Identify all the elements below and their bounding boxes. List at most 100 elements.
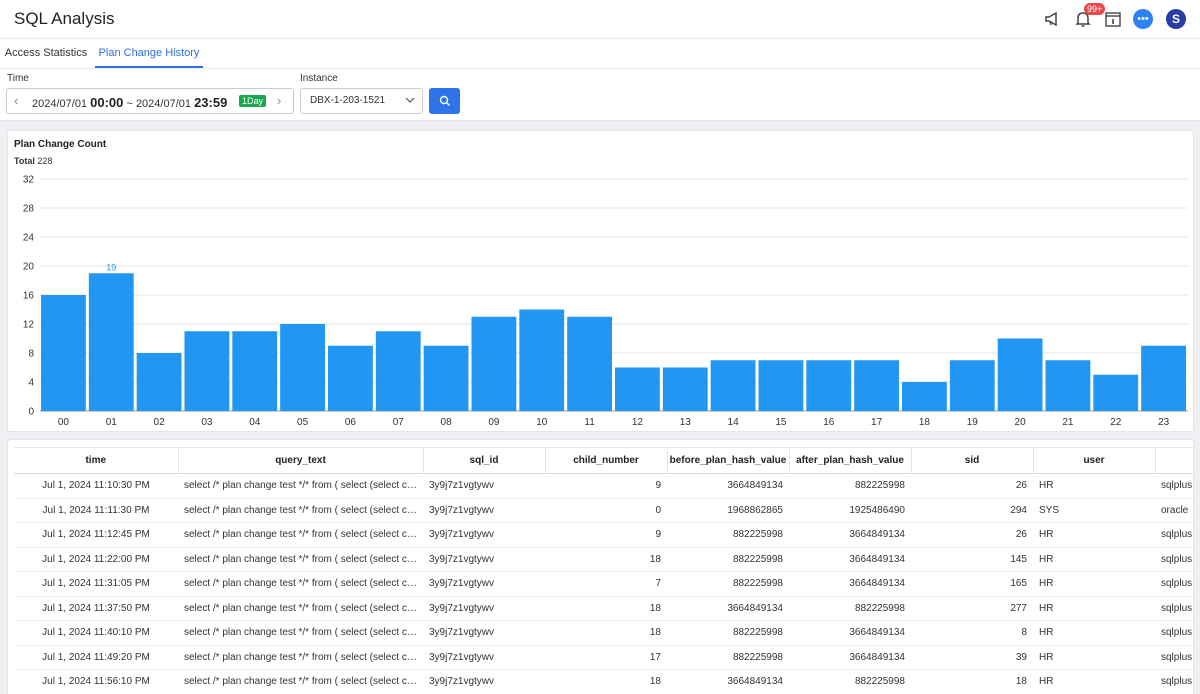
bar[interactable] (280, 324, 325, 411)
table-row[interactable]: Jul 1, 2024 11:56:10 PM select /* plan ch… (14, 669, 1193, 694)
avatar[interactable]: S (1166, 9, 1186, 29)
bar[interactable] (375, 331, 421, 411)
chat-icon[interactable]: ••• (1132, 8, 1154, 30)
bar[interactable] (710, 360, 756, 411)
cell-child-number: 9 (545, 473, 667, 499)
cell-after-plan-hash: 3664849134 (789, 620, 911, 646)
cell-child-number: 7 (545, 571, 667, 597)
tab-plan-change-history[interactable]: Plan Change History (95, 39, 203, 68)
cell-user: HR (1033, 473, 1155, 499)
cell-sid: 39 (911, 645, 1033, 670)
y-tick-label: 32 (23, 175, 35, 186)
bar[interactable] (567, 316, 612, 411)
plan-change-table: time query_text sql_id child_number before_p… (14, 447, 1193, 694)
bar[interactable] (662, 367, 708, 412)
cell-before-plan-hash: 882225998 (667, 522, 789, 548)
column-header-after-plan-hash[interactable]: after_plan_hash_value (789, 447, 912, 474)
bar[interactable] (1045, 360, 1091, 411)
x-tick-label: 07 (393, 417, 405, 428)
column-header-before-plan-hash[interactable]: before_plan_hash_value (667, 447, 790, 474)
bar[interactable] (949, 360, 995, 411)
bar[interactable] (615, 367, 660, 412)
cell-child-number: 18 (545, 669, 667, 694)
cell-child-number: 18 (545, 596, 667, 621)
bar[interactable] (854, 360, 899, 411)
search-button[interactable] (429, 88, 460, 114)
bar[interactable] (806, 360, 852, 411)
cell-query-text: select /* plan change test */* from ( se… (178, 620, 423, 646)
cell-sql-id: 3y9j7z1vgtywv (423, 498, 545, 523)
table-row[interactable]: Jul 1, 2024 11:31:05 PM select /* plan ch… (14, 571, 1193, 597)
cell-query-text: select /* plan change test */* from ( se… (178, 571, 423, 597)
cell-time: Jul 1, 2024 11:31:05 PM (14, 571, 178, 597)
time-range-picker[interactable]: ‹ 2024/07/01 00:00 ~ 2024/07/01 23:59 1D… (6, 88, 294, 114)
column-header-sql-id[interactable]: sql_id (423, 447, 546, 474)
table-row[interactable]: Jul 1, 2024 11:40:10 PM select /* plan ch… (14, 620, 1193, 646)
bar[interactable] (423, 345, 469, 411)
cell-sql-id: 3y9j7z1vgtywv (423, 571, 545, 597)
table-row[interactable]: Jul 1, 2024 11:11:30 PM select /* plan ch… (14, 498, 1193, 523)
cell-user: HR (1033, 596, 1155, 621)
x-tick-label: 03 (201, 417, 213, 428)
chevron-right-icon[interactable]: › (277, 93, 281, 108)
column-header-time[interactable]: time (14, 447, 179, 474)
bar[interactable] (232, 331, 278, 411)
bar[interactable] (997, 338, 1043, 412)
table-row[interactable]: Jul 1, 2024 11:49:20 PM select /* plan ch… (14, 645, 1193, 670)
table-row[interactable]: Jul 1, 2024 11:10:30 PM select /* plan ch… (14, 473, 1193, 499)
bar[interactable] (471, 316, 517, 411)
table-row[interactable]: Jul 1, 2024 11:22:00 PM select /* plan ch… (14, 547, 1193, 572)
cell-before-plan-hash: 882225998 (667, 571, 789, 597)
cell-child-number: 18 (545, 620, 667, 646)
bar[interactable] (88, 273, 134, 411)
cell-user: HR (1033, 620, 1155, 646)
bar[interactable] (1141, 345, 1186, 411)
cell-sid: 145 (911, 547, 1033, 572)
chevron-left-icon[interactable]: ‹ (14, 93, 18, 108)
bar[interactable] (902, 382, 947, 411)
column-header-query-text[interactable]: query_text (178, 447, 424, 474)
cell-user: SYS (1033, 498, 1155, 523)
cell-sql-id: 3y9j7z1vgtywv (423, 547, 545, 572)
bar[interactable] (758, 360, 804, 411)
cell-sql-id: 3y9j7z1vgtywv (423, 596, 545, 621)
x-tick-label: 11 (584, 417, 595, 428)
y-tick-label: 24 (23, 233, 35, 244)
y-tick-label: 16 (23, 291, 35, 302)
x-tick-label: 16 (823, 417, 835, 428)
time-label: Time (7, 73, 29, 84)
cell-after-plan-hash: 3664849134 (789, 645, 911, 670)
table-row[interactable]: Jul 1, 2024 11:12:45 PM select /* plan ch… (14, 522, 1193, 548)
cell-sid: 165 (911, 571, 1033, 597)
bar[interactable] (328, 345, 373, 411)
column-header-program[interactable] (1155, 447, 1193, 474)
cell-query-text: select /* plan change test */* from ( se… (178, 498, 423, 523)
filter-bar: Time ‹ 2024/07/01 00:00 ~ 2024/07/01 23:… (0, 69, 1200, 121)
cell-sql-id: 3y9j7z1vgtywv (423, 522, 545, 548)
column-header-user[interactable]: user (1033, 447, 1156, 474)
x-tick-label: 04 (249, 417, 261, 428)
bar[interactable] (519, 309, 565, 412)
cell-after-plan-hash: 3664849134 (789, 547, 911, 572)
column-header-sid[interactable]: sid (911, 447, 1034, 474)
x-tick-label: 15 (775, 417, 787, 428)
tab-access-statistics[interactable]: Access Statistics (2, 39, 90, 68)
bar[interactable] (1093, 374, 1139, 411)
bar[interactable] (136, 353, 182, 411)
tab-bar: Access Statistics Plan Change History (0, 39, 1200, 69)
cell-user: HR (1033, 669, 1155, 694)
cell-sid: 18 (911, 669, 1033, 694)
bell-icon[interactable]: 99+ (1072, 3, 1106, 30)
bar[interactable] (184, 331, 230, 411)
instance-select[interactable]: DBX-1-203-1521 (300, 88, 423, 114)
data-label: 19 (106, 262, 116, 272)
table-row[interactable]: Jul 1, 2024 11:37:50 PM select /* plan ch… (14, 596, 1193, 621)
info-panel-icon[interactable] (1102, 8, 1124, 30)
column-header-child-number[interactable]: child_number (545, 447, 668, 474)
range-badge[interactable]: 1Day (239, 95, 267, 107)
cell-after-plan-hash: 1925486490 (789, 498, 911, 523)
megaphone-icon[interactable] (1042, 8, 1064, 30)
search-icon (439, 95, 450, 107)
x-tick-label: 19 (967, 417, 979, 428)
bar[interactable] (41, 295, 86, 411)
